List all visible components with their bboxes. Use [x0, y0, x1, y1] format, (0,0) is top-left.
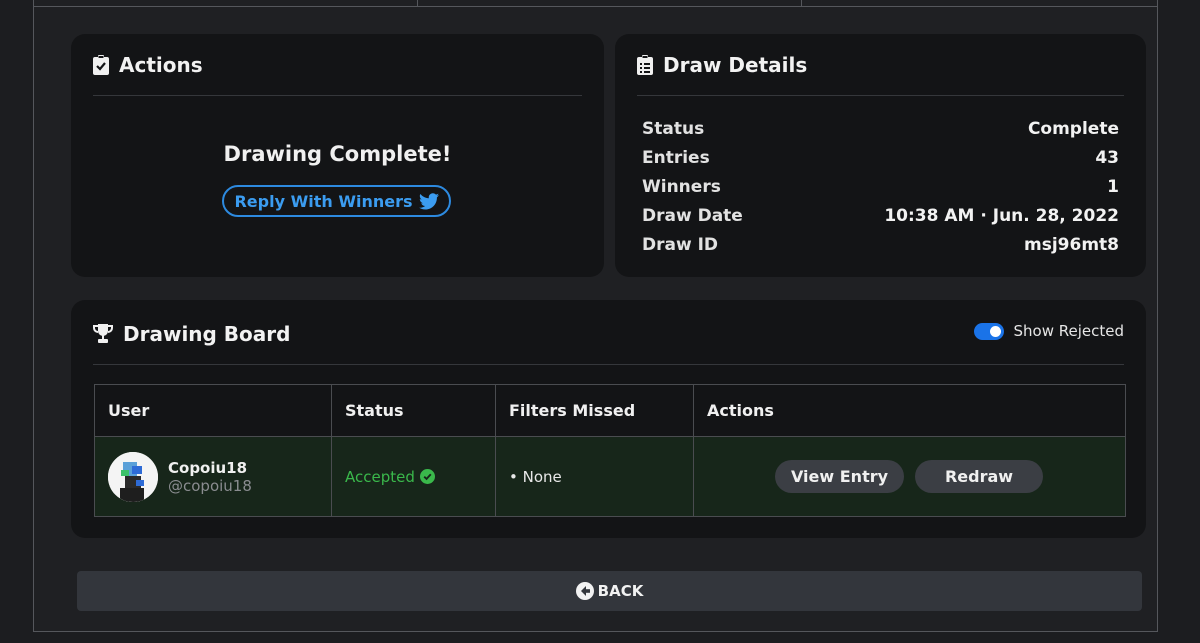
clipboard-list-icon	[637, 54, 653, 75]
reply-with-winners-button[interactable]: Reply With Winners	[222, 185, 451, 217]
drawing-complete-message: Drawing Complete!	[223, 142, 452, 166]
detail-value: 10:38 AM · Jun. 28, 2022	[884, 205, 1119, 226]
show-rejected-label: Show Rejected	[1013, 322, 1125, 340]
arrow-circle-left-icon	[575, 582, 594, 600]
show-rejected-control: Show Rejected	[973, 322, 1125, 340]
detail-row-draw-date: Draw Date 10:38 AM · Jun. 28, 2022	[642, 201, 1119, 230]
detail-key: Entries	[642, 147, 710, 168]
detail-value: 43	[1095, 147, 1119, 168]
user-handle: @copoiu18	[168, 476, 252, 495]
actions-title: Actions	[119, 52, 203, 77]
detail-row-draw-id: Draw ID msj96mt8	[642, 230, 1119, 259]
status-badge: Accepted	[345, 467, 415, 486]
detail-key: Draw Date	[642, 205, 743, 226]
avatar[interactable]	[108, 451, 158, 502]
draw-details-header: Draw Details	[637, 34, 1124, 96]
detail-key: Draw ID	[642, 234, 719, 255]
table-row: Copoiu18 @copoiu18 Accepted • None View …	[94, 436, 1126, 517]
back-label: BACK	[597, 582, 644, 600]
detail-key: Status	[642, 118, 705, 139]
detail-value: Complete	[1027, 118, 1119, 139]
detail-row-entries: Entries 43	[642, 143, 1119, 172]
user-cell: Copoiu18 @copoiu18	[94, 436, 332, 517]
actions-card: Actions Drawing Complete! Reply With Win…	[71, 34, 604, 277]
drawing-board-title: Drawing Board	[123, 321, 291, 346]
draw-details-card: Draw Details Status Complete Entries 43 …	[615, 34, 1146, 277]
drawing-board-card: Drawing Board Show Rejected User Status …	[71, 300, 1146, 538]
twitter-bird-icon	[418, 192, 439, 210]
detail-value: msj96mt8	[1024, 234, 1119, 255]
detail-key: Winners	[642, 176, 721, 197]
show-rejected-toggle[interactable]	[973, 322, 1004, 340]
drawing-board-header: Drawing Board	[93, 303, 1124, 365]
column-header-actions: Actions	[693, 384, 1126, 437]
draw-details-title: Draw Details	[663, 52, 808, 77]
reply-button-label: Reply With Winners	[234, 191, 413, 211]
detail-row-winners: Winners 1	[642, 172, 1119, 201]
column-header-status: Status	[331, 384, 496, 437]
detail-value: 1	[1107, 176, 1119, 197]
column-header-user: User	[94, 384, 332, 437]
tab-strip	[34, 0, 1157, 7]
check-circle-icon	[419, 469, 435, 484]
drawing-board-table: User Status Filters Missed Actions Copoi…	[94, 384, 1126, 517]
table-header-row: User Status Filters Missed Actions	[94, 384, 1126, 437]
status-cell: Accepted	[331, 436, 496, 517]
detail-row-status: Status Complete	[642, 114, 1119, 143]
trophy-icon	[93, 324, 113, 343]
redraw-button[interactable]: Redraw	[915, 460, 1043, 493]
actions-header: Actions	[93, 34, 582, 96]
filters-missed-cell: • None	[495, 436, 694, 517]
user-name: Copoiu18	[168, 458, 248, 477]
clipboard-check-icon	[93, 54, 109, 75]
draw-details-list: Status Complete Entries 43 Winners 1 Dra…	[642, 114, 1119, 259]
view-entry-button[interactable]: View Entry	[775, 460, 904, 493]
back-button[interactable]: BACK	[77, 571, 1142, 611]
actions-cell: View Entry Redraw	[693, 436, 1126, 517]
filters-missed-value: • None	[509, 467, 562, 486]
column-header-filters-missed: Filters Missed	[495, 384, 694, 437]
